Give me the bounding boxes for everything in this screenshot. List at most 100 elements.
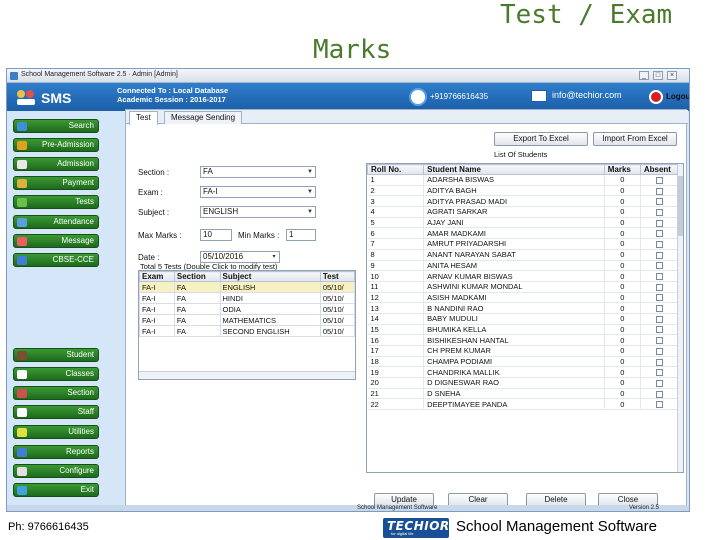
table-row[interactable]: 15 BHUMIKA KELLA 0 xyxy=(367,324,680,336)
table-row[interactable]: FA-I FA ENGLISH 05/10/ xyxy=(139,281,355,293)
sidebar-item-configure[interactable]: Configure xyxy=(13,464,99,478)
table-row[interactable]: 13 B NANDINI RAO 0 xyxy=(367,302,680,314)
absent-checkbox[interactable] xyxy=(655,369,663,377)
sidebar-item-tests[interactable]: Tests xyxy=(13,195,99,209)
close-window-button[interactable]: × xyxy=(667,71,677,80)
absent-checkbox[interactable] xyxy=(655,176,663,184)
absent-checkbox[interactable] xyxy=(655,315,663,323)
table-row[interactable]: 4 AGRATI SARKAR 0 xyxy=(367,206,680,218)
marks-cell[interactable]: 0 xyxy=(604,377,641,389)
marks-cell[interactable]: 0 xyxy=(604,388,641,400)
marks-cell[interactable]: 0 xyxy=(604,281,641,293)
absent-checkbox[interactable] xyxy=(655,379,663,387)
marks-cell[interactable]: 0 xyxy=(604,195,641,208)
subject-select[interactable]: ENGLISH ▼ xyxy=(200,206,316,218)
scrollbar-thumb[interactable] xyxy=(678,176,683,236)
table-row[interactable]: 16 BISHIKESHAN HANTAL 0 xyxy=(367,334,680,346)
table-row[interactable]: 14 BABY MUDULI 0 xyxy=(367,313,680,325)
table-row[interactable]: FA-I FA SECOND ENGLISH 05/10/ xyxy=(139,325,355,337)
marks-cell[interactable]: 0 xyxy=(604,270,641,282)
table-row[interactable]: 21 D SNEHA 0 xyxy=(367,388,680,400)
table-row[interactable]: 22 DEEPTIMAYEE PANDA 0 xyxy=(367,398,680,411)
absent-checkbox[interactable] xyxy=(655,198,663,206)
students-column-header[interactable]: Absent xyxy=(639,164,680,175)
power-icon[interactable] xyxy=(649,90,663,104)
sidebar-item-message[interactable]: Message xyxy=(13,234,99,248)
table-row[interactable]: 11 ASHWINI KUMAR MONDAL 0 xyxy=(367,281,680,293)
absent-checkbox[interactable] xyxy=(655,337,663,345)
tests-column-header[interactable]: Subject xyxy=(219,271,321,282)
table-row[interactable]: 2 ADITYA BAGH 0 xyxy=(367,185,680,197)
absent-checkbox[interactable] xyxy=(655,273,663,281)
sidebar-item-admission[interactable]: Admission xyxy=(13,157,99,171)
sidebar-item-utilities[interactable]: Utilities xyxy=(13,425,99,439)
table-row[interactable]: 8 ANANT NARAYAN SABAT 0 xyxy=(367,249,680,261)
table-row[interactable]: 10 ARNAV KUMAR BISWAS 0 xyxy=(367,270,680,282)
vertical-scrollbar[interactable] xyxy=(677,164,683,472)
sidebar-item-attendance[interactable]: Attendance xyxy=(13,215,99,229)
table-row[interactable]: FA-I FA ODIA 05/10/ xyxy=(139,303,355,315)
table-row[interactable]: 7 AMRUT PRIYADARSHI 0 xyxy=(367,238,680,250)
table-row[interactable]: 3 ADITYA PRASAD MADI 0 xyxy=(367,195,680,208)
sidebar-item-cbse-cce[interactable]: CBSE-CCE xyxy=(13,253,99,267)
table-row[interactable]: 6 AMAR MADKAMI 0 xyxy=(367,227,680,240)
tests-column-header[interactable]: Exam xyxy=(139,271,175,282)
maximize-button[interactable]: □ xyxy=(653,71,663,80)
table-row[interactable]: 9 ANITA HESAM 0 xyxy=(367,260,680,272)
absent-checkbox[interactable] xyxy=(655,187,663,195)
table-row[interactable]: 19 CHANDRIKA MALLIK 0 xyxy=(367,366,680,379)
marks-cell[interactable]: 0 xyxy=(604,398,641,411)
table-row[interactable]: 18 CHAMPA PODIAMI 0 xyxy=(367,356,680,368)
absent-checkbox[interactable] xyxy=(655,208,663,216)
marks-cell[interactable]: 0 xyxy=(604,260,641,272)
exam-select[interactable]: FA-I ▼ xyxy=(200,186,316,198)
students-column-header[interactable]: Marks xyxy=(603,164,641,175)
sidebar-item-reports[interactable]: Reports xyxy=(13,445,99,459)
marks-cell[interactable]: 0 xyxy=(604,302,641,314)
marks-cell[interactable]: 0 xyxy=(604,334,641,346)
marks-cell[interactable]: 0 xyxy=(604,206,641,218)
sidebar-item-payment[interactable]: Payment xyxy=(13,176,99,190)
absent-checkbox[interactable] xyxy=(655,358,663,366)
table-row[interactable]: FA-I FA HINDI 05/10/ xyxy=(139,292,355,304)
marks-cell[interactable]: 0 xyxy=(604,345,641,357)
table-row[interactable]: 1 ADARSHA BISWAS 0 xyxy=(367,174,680,186)
horizontal-scrollbar[interactable] xyxy=(139,371,355,379)
absent-checkbox[interactable] xyxy=(655,240,663,248)
students-grid[interactable]: Roll No. Student Name Marks Absent 1 ADARSHA… xyxy=(366,163,684,473)
sidebar-item-staff[interactable]: Staff xyxy=(13,405,99,419)
tab-test[interactable]: Test xyxy=(129,111,158,125)
tests-column-header[interactable]: Test xyxy=(319,271,355,282)
absent-checkbox[interactable] xyxy=(655,230,663,238)
table-row[interactable]: 17 CH PREM KUMAR 0 xyxy=(367,345,680,357)
import-from-excel-button[interactable]: Import From Excel xyxy=(593,132,677,146)
absent-checkbox[interactable] xyxy=(655,305,663,313)
sidebar-item-exit[interactable]: Exit xyxy=(13,483,99,497)
section-select[interactable]: FA ▼ xyxy=(200,166,316,178)
absent-checkbox[interactable] xyxy=(655,262,663,270)
absent-checkbox[interactable] xyxy=(655,219,663,227)
sidebar-item-search[interactable]: Search xyxy=(13,119,99,133)
marks-cell[interactable]: 0 xyxy=(604,227,641,240)
tab-message-sending[interactable]: Message Sending xyxy=(164,111,243,124)
absent-checkbox[interactable] xyxy=(655,251,663,259)
students-column-header[interactable]: Roll No. xyxy=(367,164,425,175)
export-to-excel-button[interactable]: Export To Excel xyxy=(494,132,588,146)
sidebar-item-student[interactable]: Student xyxy=(13,348,99,362)
minimize-button[interactable]: _ xyxy=(639,71,649,80)
max-marks-input[interactable]: 10 xyxy=(200,229,232,241)
absent-checkbox[interactable] xyxy=(655,326,663,334)
sidebar-item-pre-admission[interactable]: Pre-Admission xyxy=(13,138,99,152)
absent-checkbox[interactable] xyxy=(655,294,663,302)
marks-cell[interactable]: 0 xyxy=(604,217,641,229)
table-row[interactable]: FA-I FA MATHEMATICS 05/10/ xyxy=(139,314,355,326)
sidebar-item-classes[interactable]: Classes xyxy=(13,367,99,381)
logout-button[interactable]: Logout xyxy=(666,92,689,101)
marks-cell[interactable]: 0 xyxy=(604,174,641,186)
absent-checkbox[interactable] xyxy=(655,401,663,409)
table-row[interactable]: 20 D DIGNESWAR RAO 0 xyxy=(367,377,680,389)
tests-column-header[interactable]: Section xyxy=(173,271,221,282)
marks-cell[interactable]: 0 xyxy=(604,185,641,197)
marks-cell[interactable]: 0 xyxy=(604,356,641,368)
marks-cell[interactable]: 0 xyxy=(604,366,641,379)
